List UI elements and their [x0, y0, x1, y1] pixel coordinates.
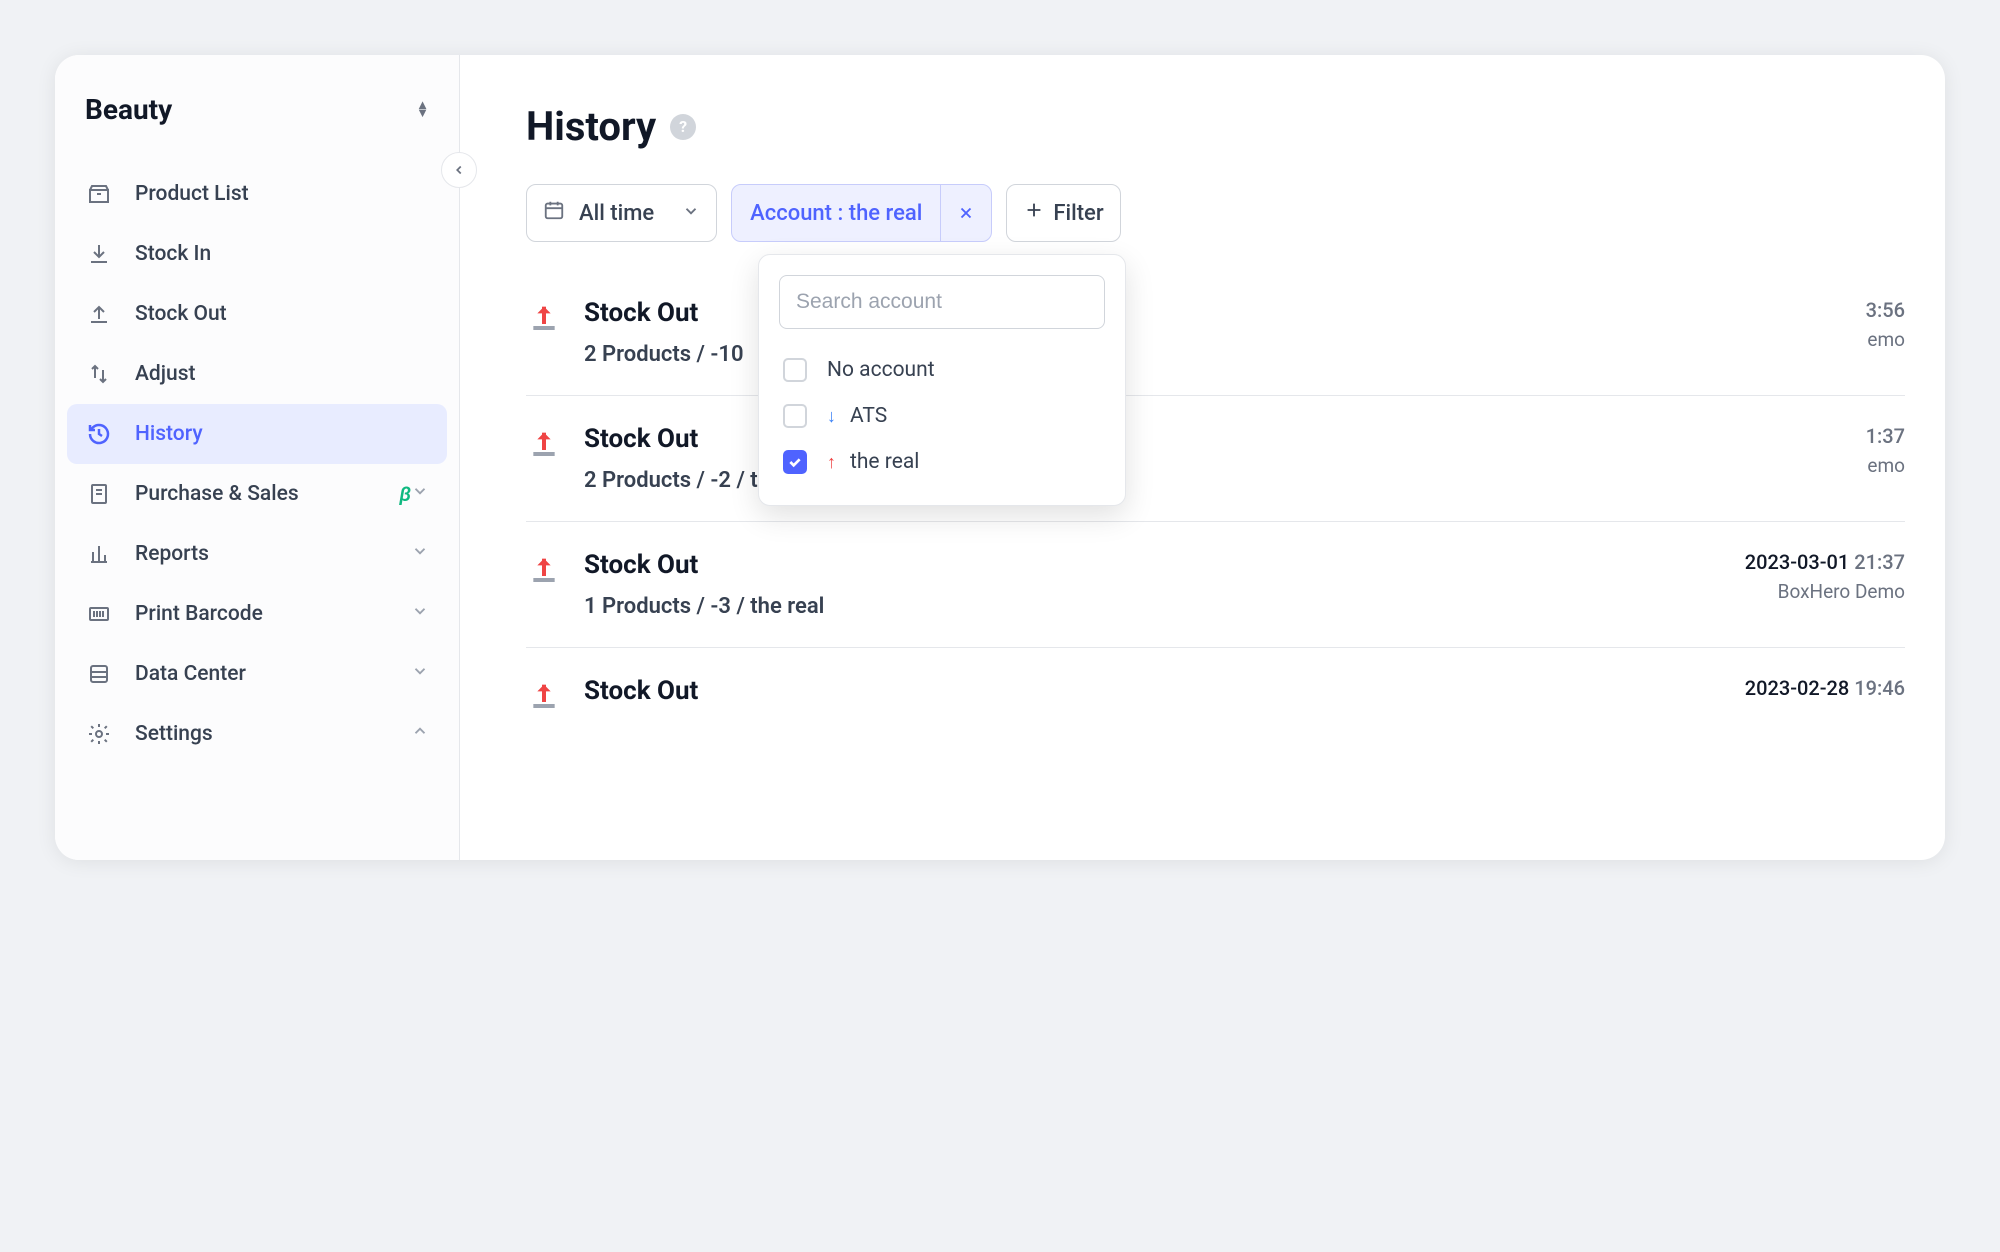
sidebar-item-settings[interactable]: Settings — [67, 704, 447, 764]
adjust-icon — [85, 360, 113, 388]
history-timestamp: 2023-03-01 21:37 — [1745, 550, 1905, 574]
account-filter[interactable]: Account : the real — [731, 184, 992, 242]
chevron-up-icon — [411, 722, 429, 746]
history-type: Stock Out — [584, 298, 744, 328]
arrow-down-icon: ↓ — [827, 406, 836, 427]
account-dropdown: No account ↓ ATS ↑ the real — [758, 254, 1126, 506]
filter-button-label: Filter — [1053, 201, 1103, 226]
arrow-up-icon: ↑ — [827, 452, 836, 473]
sidebar-item-reports[interactable]: Reports — [67, 524, 447, 584]
account-option-the-real[interactable]: ↑ the real — [779, 439, 1105, 485]
calendar-icon — [543, 199, 565, 227]
page-title: History — [526, 103, 656, 150]
sidebar-item-label: Product List — [135, 182, 429, 206]
option-label: the real — [850, 450, 919, 474]
checkbox[interactable] — [783, 404, 807, 428]
history-row[interactable]: Stock Out 2023-02-28 19:46 — [526, 648, 1905, 748]
beta-badge: β — [399, 482, 411, 506]
history-type: Stock Out — [584, 676, 698, 706]
sidebar-item-stock-out[interactable]: Stock Out — [67, 284, 447, 344]
history-user: emo — [1866, 328, 1905, 351]
plus-icon — [1023, 199, 1045, 227]
sidebar-item-label: Purchase & Sales — [135, 482, 389, 506]
sidebar-item-adjust[interactable]: Adjust — [67, 344, 447, 404]
account-filter-label: Account : the real — [732, 191, 940, 236]
history-row[interactable]: Stock Out 1 Products / -3 / the real 202… — [526, 522, 1905, 648]
history-row[interactable]: Stock Out 2 Products / -10 3:56 emo — [526, 270, 1905, 396]
filter-bar: All time Account : the real Filter — [526, 184, 1905, 242]
account-search-input[interactable] — [779, 275, 1105, 329]
app-window: Beauty ▲▼ Product List Stock In — [55, 55, 1945, 860]
history-timestamp: 2023-02-28 19:46 — [1745, 676, 1905, 700]
chevron-down-icon — [411, 602, 429, 626]
sidebar-item-data-center[interactable]: Data Center — [67, 644, 447, 704]
account-option-no-account[interactable]: No account — [779, 347, 1105, 393]
team-selector[interactable]: Beauty ▲▼ — [55, 75, 459, 154]
sidebar-item-purchase-sales[interactable]: Purchase & Sales β — [67, 464, 447, 524]
add-filter-button[interactable]: Filter — [1006, 184, 1120, 242]
download-icon — [85, 240, 113, 268]
history-user: BoxHero Demo — [1745, 580, 1905, 603]
sidebar: Beauty ▲▼ Product List Stock In — [55, 55, 460, 860]
history-timestamp: 1:37 — [1866, 424, 1905, 448]
database-icon — [85, 660, 113, 688]
date-filter[interactable]: All time — [526, 184, 717, 242]
sidebar-item-label: Adjust — [135, 362, 429, 386]
sidebar-item-label: Reports — [135, 542, 411, 566]
sidebar-item-stock-in[interactable]: Stock In — [67, 224, 447, 284]
history-row[interactable]: Stock Out 2 Products / -2 / the real 1:3… — [526, 396, 1905, 522]
close-icon — [957, 204, 975, 222]
chevron-left-icon — [452, 163, 466, 177]
history-summary: 2 Products / -10 — [584, 342, 744, 367]
sidebar-item-label: History — [135, 422, 429, 446]
chevron-down-icon — [411, 542, 429, 566]
account-option-ats[interactable]: ↓ ATS — [779, 393, 1105, 439]
document-icon — [85, 480, 113, 508]
team-name: Beauty — [85, 93, 172, 126]
chevron-down-icon — [411, 482, 429, 506]
stock-out-icon — [526, 298, 562, 367]
option-label: No account — [827, 358, 935, 382]
stock-out-icon — [526, 676, 562, 720]
checkbox-checked[interactable] — [783, 450, 807, 474]
checkbox[interactable] — [783, 358, 807, 382]
history-summary: 1 Products / -3 / the real — [584, 594, 824, 619]
stock-out-icon — [526, 550, 562, 619]
sidebar-item-label: Data Center — [135, 662, 411, 686]
help-icon[interactable]: ? — [670, 114, 696, 140]
sort-icon: ▲▼ — [416, 102, 429, 118]
history-list: Stock Out 2 Products / -10 3:56 emo Stoc… — [526, 270, 1905, 748]
chevron-down-icon — [682, 201, 700, 226]
sidebar-item-product-list[interactable]: Product List — [67, 164, 447, 224]
sidebar-item-label: Stock Out — [135, 302, 429, 326]
check-icon — [787, 454, 803, 470]
sidebar-nav: Product List Stock In Stock Out Adjust — [55, 154, 459, 774]
gear-icon — [85, 720, 113, 748]
collapse-sidebar-button[interactable] — [441, 152, 477, 188]
history-type: Stock Out — [584, 550, 824, 580]
history-icon — [85, 420, 113, 448]
date-filter-label: All time — [579, 201, 654, 226]
history-timestamp: 3:56 — [1866, 298, 1905, 322]
chart-icon — [85, 540, 113, 568]
history-user: emo — [1866, 454, 1905, 477]
barcode-icon — [85, 600, 113, 628]
sidebar-item-print-barcode[interactable]: Print Barcode — [67, 584, 447, 644]
sidebar-item-label: Print Barcode — [135, 602, 411, 626]
page-header: History ? — [526, 103, 1905, 150]
option-label: ATS — [850, 404, 887, 428]
sidebar-item-history[interactable]: History — [67, 404, 447, 464]
upload-icon — [85, 300, 113, 328]
box-icon — [85, 180, 113, 208]
sidebar-item-label: Stock In — [135, 242, 429, 266]
chevron-down-icon — [411, 662, 429, 686]
stock-out-icon — [526, 424, 562, 493]
sidebar-item-label: Settings — [135, 722, 411, 746]
main-content: History ? All time Account : the real — [460, 55, 1945, 860]
filter-remove-button[interactable] — [940, 185, 991, 241]
